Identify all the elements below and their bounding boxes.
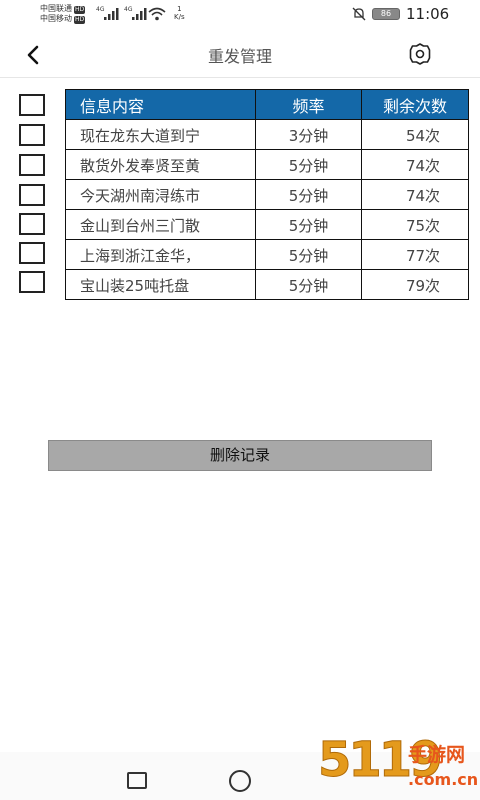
carrier-1: 中国联通 HD: [40, 4, 86, 14]
table-row[interactable]: 宝山装25吨托盘 5分钟 79次: [65, 269, 469, 300]
bell-off-icon: [352, 7, 366, 21]
battery-indicator: 86: [372, 8, 400, 20]
message-cell: 上海到浙江金华，: [65, 239, 256, 270]
hd-badge-2: HD: [74, 16, 86, 24]
remaining-cell: 79次: [361, 269, 469, 300]
message-cell: 金山到台州三门散: [65, 209, 256, 240]
remaining-cell: 54次: [361, 119, 469, 150]
frequency-cell: 5分钟: [255, 239, 362, 270]
signal-icon-2: [132, 8, 147, 20]
carrier-2-label: 中国移动: [40, 14, 72, 23]
hd-badge-1: HD: [74, 6, 86, 14]
delete-records-button[interactable]: 删除记录: [48, 440, 432, 471]
column-header-remaining: 剩余次数: [361, 89, 469, 120]
status-bar: 中国联通 HD 中国移动 HD 4G 4G 1 K/s 86 11:06: [0, 0, 480, 30]
table-row[interactable]: 散货外发奉贤至黄 5分钟 74次: [65, 149, 469, 180]
row-checkbox-4[interactable]: [19, 213, 45, 235]
column-header-frequency: 频率: [255, 89, 362, 120]
row-checkbox-3[interactable]: [19, 184, 45, 206]
remaining-cell: 75次: [361, 209, 469, 240]
watermark-title: 手游网: [408, 744, 466, 766]
frequency-cell: 5分钟: [255, 209, 362, 240]
speed-value: 1: [177, 5, 182, 13]
speed-unit: K/s: [174, 13, 185, 21]
recent-apps-button[interactable]: [127, 772, 147, 789]
status-time: 11:06: [406, 5, 450, 23]
message-cell: 现在龙东大道到宁: [65, 119, 256, 150]
signal-icon: [104, 8, 119, 20]
row-checkbox-5[interactable]: [19, 242, 45, 264]
frequency-cell: 5分钟: [255, 269, 362, 300]
network-speed: 1 K/s: [174, 5, 185, 21]
frequency-cell: 5分钟: [255, 149, 362, 180]
message-cell: 宝山装25吨托盘: [65, 269, 256, 300]
watermark-domain: .com.cn: [408, 770, 479, 789]
resend-record-table: 信息内容 频率 剩余次数 现在龙东大道到宁 3分钟 54次 散货外发奉贤至黄 5…: [65, 89, 469, 300]
select-all-checkbox[interactable]: [19, 94, 45, 116]
table-row[interactable]: 金山到台州三门散 5分钟 75次: [65, 209, 469, 240]
wifi-icon: [148, 7, 166, 21]
table-row[interactable]: 上海到浙江金华， 5分钟 77次: [65, 239, 469, 270]
table-header-row: 信息内容 频率 剩余次数: [65, 89, 469, 120]
row-checkbox-6[interactable]: [19, 271, 45, 293]
gear-icon: [409, 43, 431, 65]
frequency-cell: 3分钟: [255, 119, 362, 150]
remaining-cell: 77次: [361, 239, 469, 270]
site-watermark: 5119 手游网 .com.cn: [318, 730, 480, 800]
remaining-cell: 74次: [361, 179, 469, 210]
table-row[interactable]: 今天湖州南浔练市 5分钟 74次: [65, 179, 469, 210]
message-cell: 今天湖州南浔练市: [65, 179, 256, 210]
row-checkbox-2[interactable]: [19, 154, 45, 176]
table-row[interactable]: 现在龙东大道到宁 3分钟 54次: [65, 119, 469, 150]
carrier-2: 中国移动 HD: [40, 14, 86, 24]
settings-button[interactable]: [406, 40, 434, 68]
message-cell: 散货外发奉贤至黄: [65, 149, 256, 180]
home-button[interactable]: [229, 770, 251, 792]
app-header: 重发管理: [0, 30, 480, 78]
carrier-1-label: 中国联通: [40, 4, 72, 13]
row-checkbox-1[interactable]: [19, 124, 45, 146]
remaining-cell: 74次: [361, 149, 469, 180]
column-header-message: 信息内容: [65, 89, 256, 120]
frequency-cell: 5分钟: [255, 179, 362, 210]
